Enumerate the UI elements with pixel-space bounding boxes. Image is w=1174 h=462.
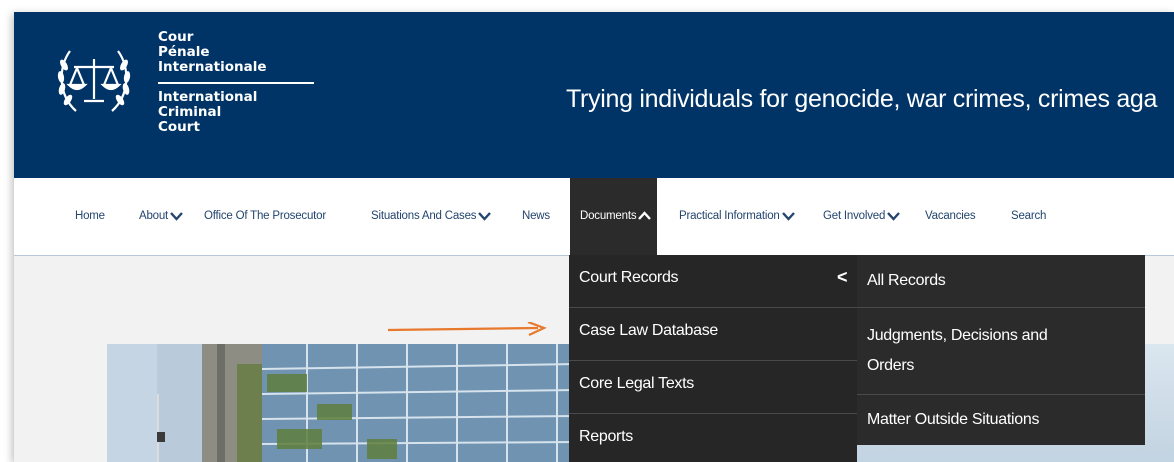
nav-documents-label: Documents [580,210,637,222]
submenu-item-label: Matter Outside Situations [867,411,1040,428]
header-tagline: Trying individuals for genocide, war cri… [566,85,1158,113]
dropdown-item-label: Core Legal Texts [579,375,694,392]
dropdown-item-reports[interactable]: Reports [569,414,857,462]
dropdown-item-label: Court Records [579,269,679,286]
logo-en-line2: Criminal [158,104,222,120]
nav-get-involved-label: Get Involved [823,210,886,222]
annotation-arrow-icon [388,322,547,336]
main-nav: Home About Office Of The Prosecutor Situ… [14,178,1174,256]
nav-vacancies[interactable]: Vacancies [925,178,976,255]
dropdown-item-core-legal-texts[interactable]: Core Legal Texts [569,361,857,414]
documents-dropdown-menu: Court Records < Case Law Database Core L… [569,255,857,462]
logo-en-line1: International [158,89,258,105]
dropdown-item-case-law-database[interactable]: Case Law Database [569,308,857,361]
logo-fr-line3: Internationale [158,59,267,75]
nav-documents[interactable]: Documents [570,178,658,255]
dropdown-item-label: Case Law Database [579,322,718,339]
logo-en-line3: Court [158,119,200,135]
logo-text[interactable]: Cour Pénale Internationale International… [158,30,314,135]
logo-fr-line2: Pénale [158,44,210,60]
chevron-down-icon [887,212,901,221]
nav-office-of-the-prosecutor[interactable]: Office Of The Prosecutor [204,178,326,255]
chevron-up-icon [638,211,652,220]
submenu-item-label: All Records [867,272,946,289]
chevron-left-icon: < [837,267,848,287]
nav-practical-information[interactable]: Practical Information [679,178,795,255]
logo-divider [158,82,314,84]
logo-fr-line1: Cour [158,29,194,45]
chevron-down-icon [781,212,795,221]
nav-home[interactable]: Home [75,178,105,255]
submenu-item-judgments-decisions-orders[interactable]: Judgments, Decisions and Orders [857,308,1145,395]
submenu-item-matter-outside-situations[interactable]: Matter Outside Situations [857,395,1145,445]
nav-situations-label: Situations And Cases [371,210,477,222]
nav-search[interactable]: Search [1011,178,1046,255]
chevron-down-icon [170,212,183,221]
site-header: Cour Pénale Internationale International… [14,12,1174,178]
submenu-item-label-line1: Judgments, Decisions and [867,327,1048,344]
submenu-item-label-line2: Orders [867,357,915,374]
building-photo [107,344,577,462]
nav-about-label: About [139,210,169,222]
chevron-down-icon [478,212,492,221]
nav-practical-label: Practical Information [679,210,780,222]
nav-get-involved[interactable]: Get Involved [823,178,901,255]
building-illustration [107,344,577,462]
nav-about[interactable]: About [139,178,183,255]
scales-of-justice-laurel-icon[interactable] [52,39,136,123]
nav-situations-and-cases[interactable]: Situations And Cases [371,178,492,255]
dropdown-item-label: Reports [579,428,633,445]
dropdown-item-court-records[interactable]: Court Records < [569,255,857,308]
submenu-item-all-records[interactable]: All Records [857,255,1145,308]
nav-news[interactable]: News [522,178,550,255]
court-records-submenu: All Records Judgments, Decisions and Ord… [857,255,1145,445]
page: Cour Pénale Internationale International… [14,12,1174,462]
